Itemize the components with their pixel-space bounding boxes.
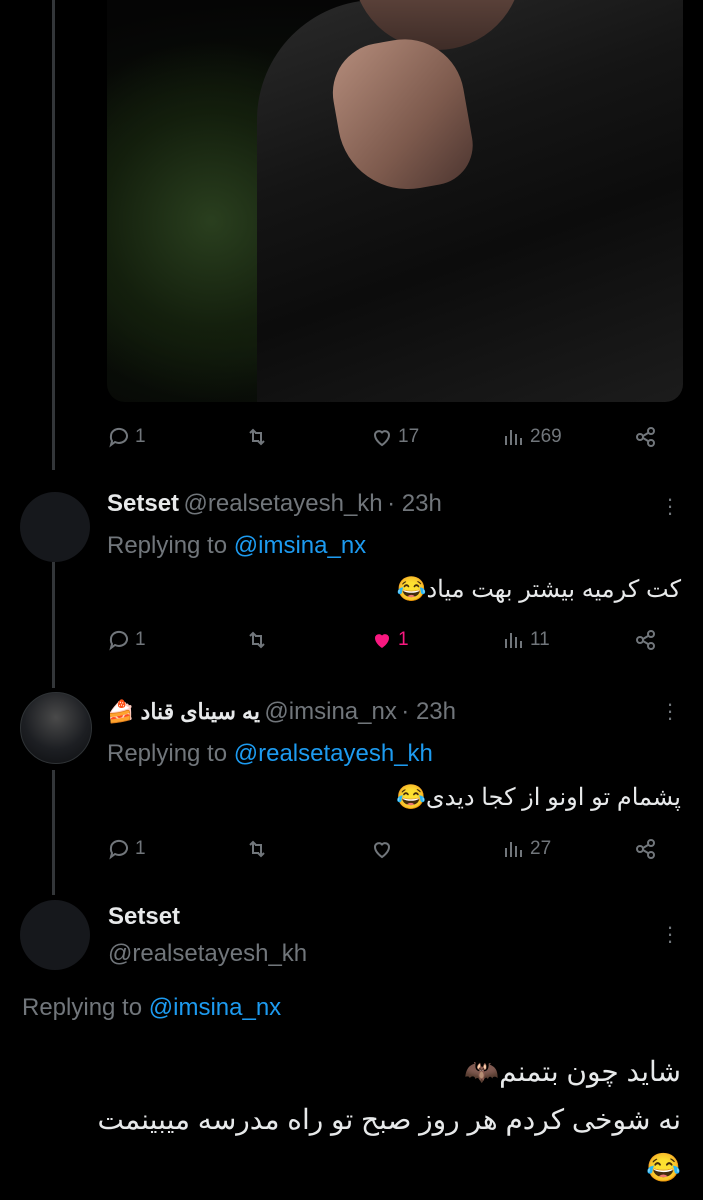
reply-header: 🍰 یه سینای قناد @imsina_nx · 23h	[107, 698, 456, 726]
replying-to: Replying to @imsina_nx	[107, 532, 367, 559]
views-icon	[505, 430, 522, 445]
thread-line	[52, 0, 55, 470]
retweet-icon	[249, 840, 265, 858]
share-icon	[636, 630, 655, 650]
heart-icon	[373, 430, 391, 447]
tweet-text: شاید چون بتمنم🦇 نه شوخی کردم هر روز صبح …	[98, 1048, 681, 1192]
reply-button[interactable]: 1	[107, 837, 146, 861]
views-button[interactable]: 27	[502, 837, 551, 861]
avatar[interactable]	[20, 900, 90, 970]
views-icon	[505, 633, 522, 648]
reply-button[interactable]: 1	[107, 628, 146, 652]
share-button[interactable]	[634, 425, 658, 449]
like-button[interactable]	[370, 837, 398, 861]
retweet-button[interactable]	[245, 837, 269, 861]
handle[interactable]: @realsetayesh_kh	[184, 490, 383, 517]
retweet-button[interactable]	[245, 628, 269, 652]
share-icon	[636, 427, 655, 447]
reply-header: Setset @realsetayesh_kh · 23h	[107, 490, 442, 518]
laughing-emoji: 😂	[395, 784, 426, 811]
reply-icon	[109, 427, 128, 448]
like-button[interactable]: 1	[370, 628, 409, 652]
display-name[interactable]: Setset	[107, 490, 179, 517]
reply-icon	[109, 630, 128, 651]
thread-line	[52, 770, 55, 895]
cake-emoji: 🍰	[107, 699, 135, 724]
avatar[interactable]	[20, 492, 90, 562]
heart-filled-icon	[375, 634, 389, 648]
views-button[interactable]: 269	[502, 425, 562, 449]
reply-text: کت کرمیه بیشتر بهت میاد😂	[396, 576, 681, 603]
retweet-button[interactable]	[245, 425, 269, 449]
laughing-emoji: 😂	[396, 576, 427, 603]
more-options-icon[interactable]: · · ·	[664, 916, 674, 952]
mention-link[interactable]: @realsetayesh_kh	[234, 740, 433, 767]
share-button[interactable]	[634, 837, 658, 861]
views-icon	[505, 842, 522, 857]
timestamp[interactable]: · 23h	[387, 490, 442, 517]
more-options-icon[interactable]: · · ·	[664, 488, 674, 524]
mention-link[interactable]: @imsina_nx	[149, 994, 281, 1021]
display-name[interactable]: Setset	[108, 903, 180, 931]
handle[interactable]: @imsina_nx	[264, 698, 396, 725]
timestamp[interactable]: · 23h	[401, 698, 456, 725]
reply-text: پشمام تو اونو از کجا دیدی😂	[395, 784, 681, 811]
post-image[interactable]	[107, 0, 683, 402]
like-button[interactable]: 17	[370, 425, 419, 449]
heart-icon	[373, 842, 391, 859]
replying-to: Replying to @realsetayesh_kh	[107, 740, 433, 767]
laughing-emoji: 😂	[646, 1152, 681, 1183]
views-button[interactable]: 11	[502, 628, 550, 652]
bat-emoji: 🦇	[464, 1056, 500, 1087]
reply-icon	[109, 839, 128, 860]
retweet-icon	[249, 631, 265, 649]
more-options-icon[interactable]: · · ·	[664, 693, 674, 729]
reply-button[interactable]: 1	[107, 425, 146, 449]
thread-line	[52, 562, 55, 688]
mention-link[interactable]: @imsina_nx	[234, 532, 366, 559]
handle[interactable]: @realsetayesh_kh	[108, 940, 307, 968]
avatar[interactable]	[20, 692, 92, 764]
share-button[interactable]	[634, 628, 658, 652]
display-name[interactable]: 🍰 یه سینای قناد	[107, 699, 260, 724]
share-icon	[636, 839, 655, 859]
retweet-icon	[249, 428, 265, 446]
replying-to: Replying to @imsina_nx	[22, 994, 282, 1021]
